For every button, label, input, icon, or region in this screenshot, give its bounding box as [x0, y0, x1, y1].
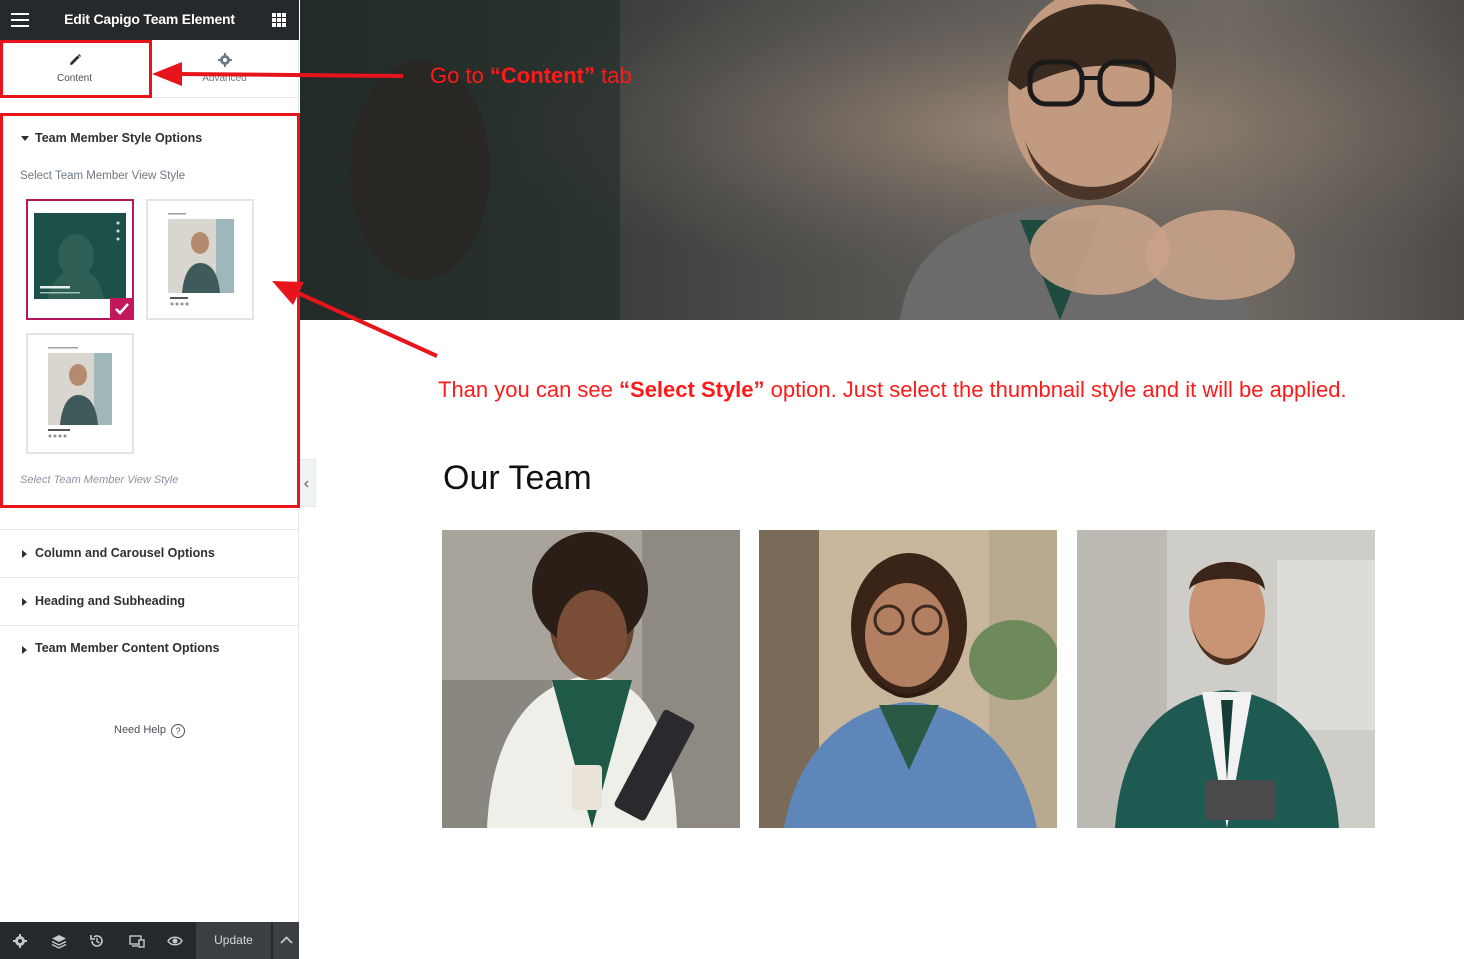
responsive-icon[interactable] — [129, 933, 145, 949]
annotation-text: tab — [595, 63, 632, 88]
chevron-left-icon — [304, 480, 309, 488]
team-card-2[interactable] — [759, 530, 1057, 828]
section-label: Team Member Content Options — [35, 641, 220, 655]
woman-with-coffee-and-folder-photo — [442, 530, 740, 828]
eye-icon[interactable] — [167, 933, 183, 949]
tab-advanced[interactable]: Advanced — [150, 40, 299, 98]
gear-icon — [217, 53, 232, 67]
widgets-grid-icon[interactable] — [272, 13, 286, 27]
hero-photo-man-speaking — [300, 0, 1464, 320]
layers-icon[interactable] — [51, 933, 67, 949]
team-card-3[interactable] — [1077, 530, 1375, 828]
man-with-glasses-denim-jacket-photo — [759, 530, 1057, 828]
annotation-text: option. Just select the thumbnail style … — [764, 377, 1347, 402]
annotation-bold: “Select Style” — [619, 377, 765, 402]
section-heading-and-subheading[interactable]: Heading and Subheading — [0, 577, 299, 624]
annotation-bold: “Content” — [489, 63, 596, 88]
our-team-heading: Our Team — [443, 459, 592, 497]
page-root: Our Team Edit Capigo Team Element Conten… — [0, 0, 1464, 959]
man-in-green-suit-with-tablet-photo — [1077, 530, 1375, 828]
update-button[interactable]: Update — [196, 922, 271, 959]
panel-title: Edit Capigo Team Element — [64, 11, 235, 27]
panel-header: Edit Capigo Team Element — [0, 0, 299, 40]
caret-right-icon — [22, 646, 27, 654]
section-label: Heading and Subheading — [35, 594, 186, 608]
annotation-text: Go to — [430, 63, 490, 88]
annotation-text: Than you can see — [438, 377, 620, 402]
section-column-and-carousel-options[interactable]: Column and Carousel Options — [0, 529, 299, 576]
tab-advanced-label: Advanced — [202, 73, 247, 84]
highlight-content-tab — [0, 40, 152, 98]
section-label: Column and Carousel Options — [35, 546, 215, 560]
caret-right-icon — [22, 598, 27, 606]
chevron-up-glyph — [280, 936, 293, 944]
history-icon[interactable] — [89, 933, 105, 949]
need-help-link[interactable]: Need Help — [114, 724, 166, 736]
annotation-select-style: Than you can see “Select Style” option. … — [438, 377, 1347, 403]
hero-image — [300, 0, 1464, 320]
caret-right-icon — [22, 550, 27, 558]
gear-icon[interactable] — [12, 933, 28, 949]
annotation-content-tab: Go to “Content” tab — [430, 63, 632, 89]
team-card-1[interactable] — [442, 530, 740, 828]
highlight-style-section — [0, 113, 300, 508]
collapse-panel-handle[interactable] — [299, 459, 316, 507]
question-circle-icon[interactable]: ? — [171, 724, 185, 738]
chevron-up-icon[interactable] — [272, 922, 299, 959]
section-team-member-content-options[interactable]: Team Member Content Options — [0, 625, 299, 672]
panel-footer: Update — [0, 922, 299, 959]
